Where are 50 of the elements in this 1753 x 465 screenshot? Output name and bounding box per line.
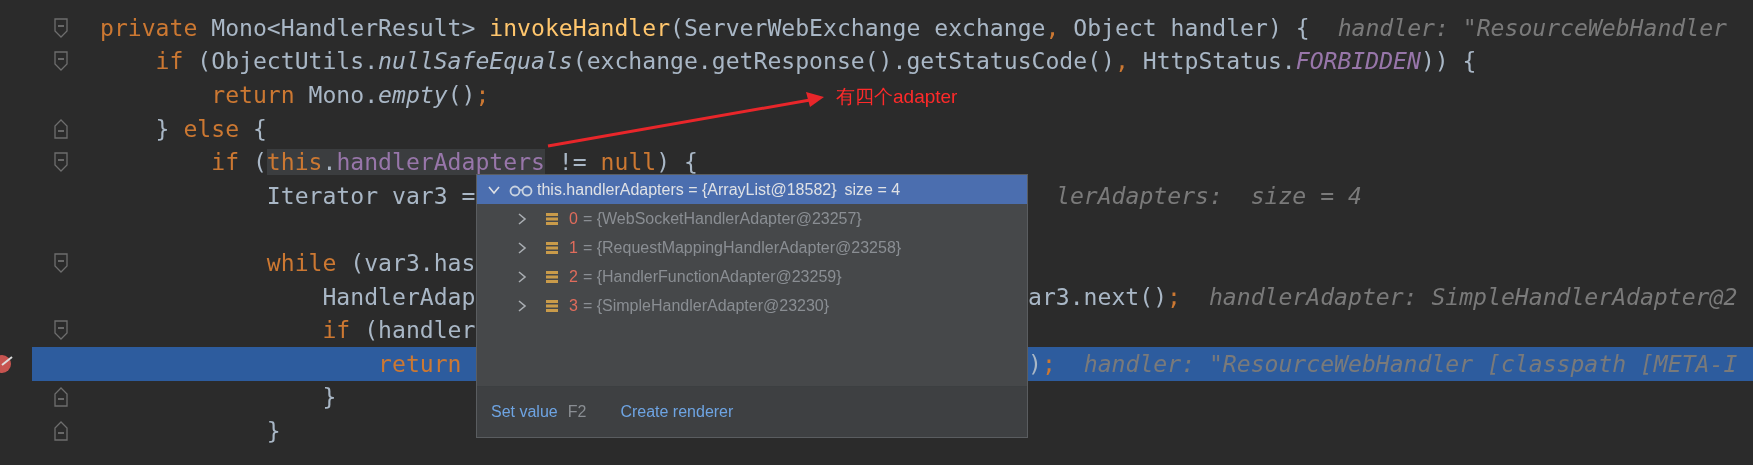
- code-text: Iterator var3 =: [265, 182, 476, 209]
- code-text: ar3.next();: [1028, 283, 1181, 310]
- breakpoint-icon[interactable]: [0, 352, 14, 375]
- array-element-row[interactable]: 1 = {RequestMappingHandlerAdapter@23258}: [477, 233, 1027, 262]
- code-text: if (handler: [321, 317, 476, 344]
- element-index: 3: [569, 296, 578, 315]
- code-text: }: [265, 417, 281, 444]
- inline-value-hint: lerAdapters: size = 4: [1056, 182, 1362, 209]
- inline-value-hint: handler: "ResourceWebHandler: [1337, 14, 1727, 41]
- action-link[interactable]: Set value: [491, 403, 558, 421]
- inline-value-hint: handler: "ResourceWebHandler [classpath [META-I: [1083, 350, 1738, 377]
- code-text: return Mono.empty();: [210, 82, 490, 108]
- code-text: return: [377, 350, 463, 377]
- array-element-row[interactable]: 3 = {SimpleHandlerAdapter@23230}: [477, 291, 1027, 320]
- element-index: 2: [569, 267, 578, 286]
- array-element-row[interactable]: 0 = {WebSocketHandlerAdapter@23257}: [477, 204, 1027, 233]
- action-link[interactable]: Create renderer: [620, 403, 734, 421]
- list-icon: [545, 269, 559, 284]
- code-text: while (var3.has: [265, 249, 476, 276]
- code-text: if (ObjectUtils.nullSafeEquals(exchange.getResponse().getStatusCode(), HttpStatus.FORBIDDEN)) {: [154, 48, 1477, 75]
- code-text: );: [1028, 350, 1056, 377]
- variable-value: this.handlerAdapters = {ArrayList@18582}: [537, 180, 837, 199]
- code-text: private Mono<HandlerResult> invokeHandler(ServerWebExchange exchange, Object handler) {: [100, 14, 1310, 41]
- element-index: 0: [569, 209, 578, 228]
- list-icon: [545, 298, 559, 313]
- inline-value-hint: handlerAdapter: SimpleHandlerAdapter@2: [1208, 283, 1738, 310]
- element-value: = {WebSocketHandlerAdapter@23257}: [582, 209, 862, 228]
- fold-icon[interactable]: [54, 252, 68, 273]
- element-value: = {HandlerFunctionAdapter@23259}: [582, 267, 842, 286]
- fold-end-icon[interactable]: [54, 387, 68, 408]
- element-value: = {RequestMappingHandlerAdapter@23258}: [582, 238, 902, 257]
- element-index: 1: [569, 238, 578, 257]
- element-value: = {SimpleHandlerAdapter@23230}: [582, 296, 830, 315]
- variable-row[interactable]: this.handlerAdapters = {ArrayList@18582} size = 4: [477, 175, 1027, 204]
- size-label: size = 4: [844, 180, 901, 199]
- code-text: } else {: [154, 115, 267, 142]
- fold-end-icon[interactable]: [54, 420, 68, 441]
- fold-icon[interactable]: [54, 51, 68, 72]
- list-icon: [545, 211, 559, 226]
- shortcut-label: F2: [567, 403, 587, 421]
- array-element-row[interactable]: 2 = {HandlerFunctionAdapter@23259}: [477, 262, 1027, 291]
- code-text: if (this.handlerAdapters != null) {: [210, 149, 698, 176]
- code-text: }: [321, 384, 337, 411]
- fold-icon[interactable]: [54, 17, 68, 38]
- fold-icon[interactable]: [54, 152, 68, 173]
- code-text: HandlerAdap: [321, 283, 476, 310]
- fold-icon[interactable]: [54, 320, 68, 341]
- annotation-label: 有四个adapter: [836, 85, 958, 109]
- fold-end-icon[interactable]: [54, 118, 68, 139]
- list-icon: [545, 240, 559, 255]
